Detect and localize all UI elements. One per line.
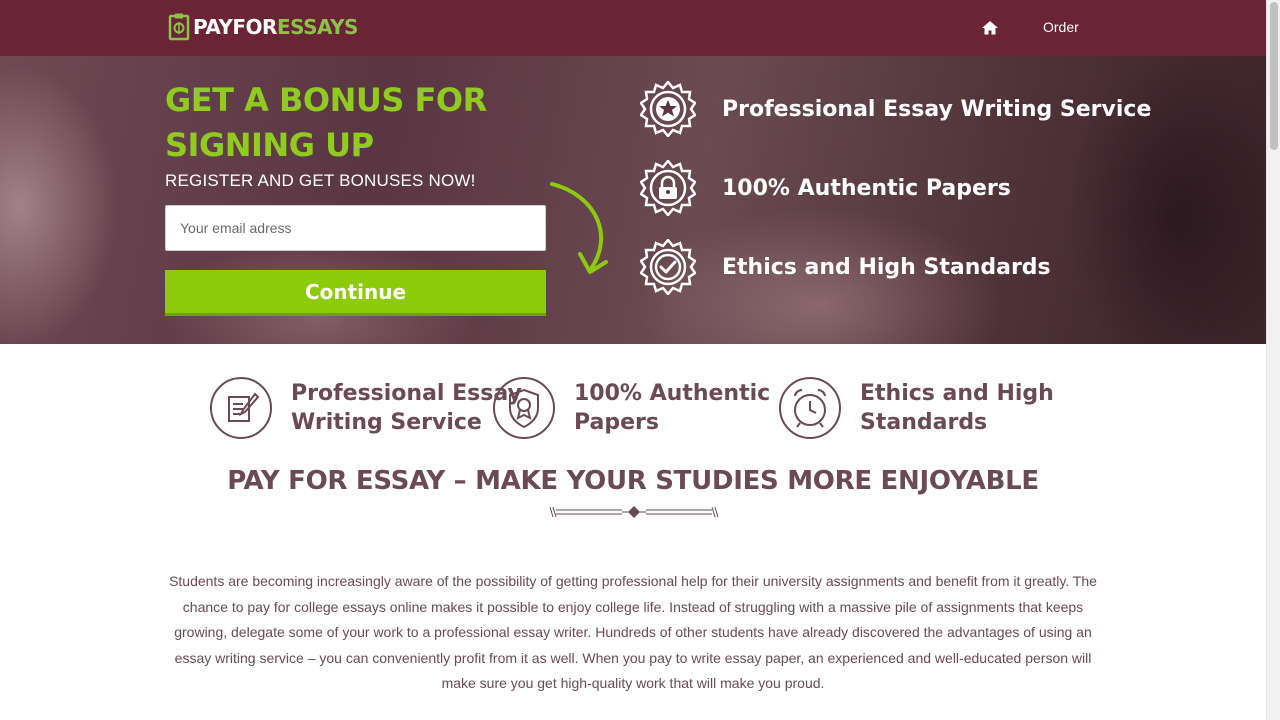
benefit-label: 100% Authentic Papers: [574, 379, 770, 437]
benefit-label: Ethics and High Standards: [860, 379, 1054, 437]
benefit-label-line1: Professional Essay: [291, 381, 522, 406]
hero-feature-label: 100% Authentic Papers: [722, 175, 1011, 201]
benefit-item: 100% Authentic Papers: [492, 376, 770, 440]
section-title: PAY FOR ESSAY – MAKE YOUR STUDIES MORE E…: [227, 466, 1039, 496]
hero-feature-item: 100% Authentic Papers: [640, 160, 1100, 216]
page-scrollbar[interactable]: [1266, 0, 1280, 720]
benefit-item: Ethics and High Standards: [778, 376, 1054, 440]
hero-feature-item: Professional Essay Writing Service: [640, 81, 1151, 137]
logo-icon: [168, 13, 190, 41]
benefit-label-line2: Standards: [860, 410, 988, 435]
email-input[interactable]: [165, 205, 546, 251]
lock-badge-icon: [640, 160, 696, 216]
benefit-label: Professional Essay Writing Service: [291, 379, 522, 437]
hero-banner: GET A BONUS FOR SIGNING UP REGISTER AND …: [0, 56, 1266, 344]
nav-order-link[interactable]: Order: [1043, 19, 1079, 35]
ornament-divider: [549, 506, 719, 518]
hero-feature-label: Professional Essay Writing Service: [722, 96, 1152, 122]
section-body-text: Students are becoming increasingly aware…: [169, 573, 1097, 691]
benefit-label-line2: Papers: [574, 410, 659, 435]
benefit-label-line1: Ethics and High: [860, 381, 1054, 406]
top-navbar: PAYFORESSAYS Order: [0, 0, 1266, 56]
shield-award-icon: [493, 377, 555, 439]
home-icon[interactable]: [980, 18, 1000, 38]
benefit-label-line2: Writing Service: [291, 410, 482, 435]
continue-button[interactable]: Continue: [165, 270, 546, 316]
logo-text: PAYFORESSAYS: [193, 15, 358, 39]
logo-text-part1: PAYFOR: [193, 15, 277, 39]
site-logo[interactable]: PAYFORESSAYS: [168, 13, 358, 41]
curved-arrow-icon: [550, 182, 608, 274]
hero-title: GET A BONUS FOR SIGNING UP: [165, 81, 487, 164]
hero-feature-label: Ethics and High Standards: [722, 254, 1051, 280]
benefits-row: Professional Essay Writing Service 100% A…: [0, 376, 1266, 442]
benefit-label-line1: 100% Authentic: [574, 381, 771, 406]
alarm-clock-icon: [779, 377, 841, 439]
check-badge-icon: [640, 239, 696, 295]
hero-feature-item: Ethics and High Standards: [640, 239, 1100, 295]
benefit-item: Professional Essay Writing Service: [209, 376, 522, 440]
document-pen-icon: [210, 377, 272, 439]
star-badge-icon: [640, 81, 696, 137]
logo-text-part2: ESSAYS: [276, 15, 359, 39]
hero-subtitle: REGISTER AND GET BONUSES NOW!: [165, 171, 476, 190]
scrollbar-thumb[interactable]: [1270, 2, 1278, 150]
